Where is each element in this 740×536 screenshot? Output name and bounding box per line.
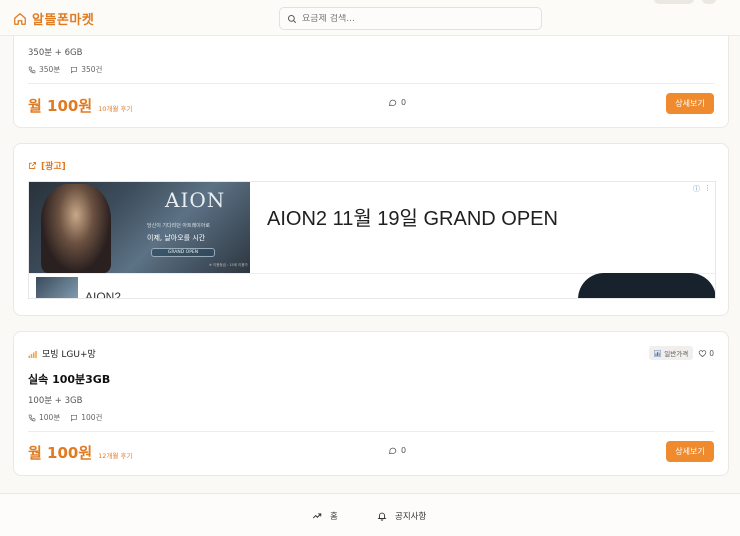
phone-icon <box>28 414 36 421</box>
trending-up-icon <box>312 513 322 519</box>
message-icon <box>71 66 78 73</box>
ad-headline[interactable]: AION2 11월 19일 GRAND OPEN <box>267 202 558 231</box>
carrier: 모빙 LGU+망 <box>28 347 96 360</box>
heart-icon <box>699 349 707 357</box>
info-icon[interactable]: ⓘ <box>693 184 700 194</box>
plan-title[interactable]: 실속 100분3GB <box>28 371 110 387</box>
chart-icon <box>654 349 662 357</box>
sms-info: 100건 <box>70 412 102 423</box>
sms-value: 100건 <box>81 413 103 422</box>
comment-count: 0 <box>388 98 406 107</box>
nav-home[interactable]: 홈 <box>312 510 338 522</box>
logo[interactable]: 알뜰폰마켓 <box>13 9 94 28</box>
ad-character-image <box>41 184 111 273</box>
plan-card[interactable]: 모빙 LGU+망 일반가격 0 실속 100분3GB 100분 + 3GB 10… <box>13 331 729 476</box>
ad-download-button[interactable]: 다운로드하기 <box>578 273 715 298</box>
top-header: 알뜰폰마켓 <box>0 0 740 36</box>
bottom-nav: 홈 공지사항 <box>0 493 740 536</box>
header-action-placeholder[interactable] <box>654 0 694 4</box>
price-value: 월 100원 <box>28 97 93 115</box>
like-button[interactable]: 0 <box>698 349 714 358</box>
nav-notice[interactable]: 공지사항 <box>377 510 426 522</box>
search-input[interactable] <box>302 13 532 24</box>
ad-advertiser[interactable]: AION2 <box>85 290 121 298</box>
voice-info: 350분 <box>28 64 60 75</box>
sms-info: 350건 <box>70 64 102 75</box>
plan-subinfo: 100분 + 3GB <box>28 396 83 406</box>
comment-icon <box>389 447 397 454</box>
header-action-placeholder[interactable] <box>702 0 716 4</box>
external-link-icon <box>29 162 36 169</box>
comment-value: 0 <box>401 446 407 455</box>
price-note: 12개월 후기 <box>98 452 133 460</box>
detail-button[interactable]: 상세보기 <box>666 441 714 462</box>
comment-icon <box>389 99 397 106</box>
price: 월 100원 10개월 후기 <box>28 95 132 116</box>
detail-button[interactable]: 상세보기 <box>666 93 714 114</box>
ad-banner[interactable]: AION 당신이 기다리던 아트레이아로 이제, 날아오를 시간 GRAND O… <box>28 181 716 299</box>
price-value: 월 100원 <box>28 444 93 462</box>
ad-thumbnail[interactable] <box>36 277 78 298</box>
badge-text: 일반가격 <box>664 350 689 358</box>
ad-tagline: 이제, 날아오를 시간 <box>147 234 206 242</box>
logo-text: 알뜰폰마켓 <box>32 13 95 28</box>
carrier-name: 모빙 LGU+망 <box>42 350 96 360</box>
sms-value: 350건 <box>81 65 103 74</box>
divider <box>28 83 714 84</box>
ad-label-text: [광고] <box>41 162 66 172</box>
bell-icon <box>377 512 387 521</box>
header-actions <box>654 0 716 4</box>
voice-info: 100분 <box>28 412 60 423</box>
price-note: 10개월 후기 <box>98 105 133 113</box>
ad-image[interactable]: AION 당신이 기다리던 아트레이아로 이제, 날아오를 시간 GRAND O… <box>29 182 250 273</box>
nav-notice-label: 공지사항 <box>395 512 427 522</box>
like-count: 0 <box>709 348 714 358</box>
message-icon <box>71 414 78 421</box>
ad-label: [광고] <box>28 159 66 172</box>
plan-badges: 일반가격 0 <box>649 346 714 360</box>
more-icon[interactable]: ⋮ <box>704 184 711 194</box>
voice-value: 100분 <box>39 413 61 422</box>
plan-meta: 100분 100건 <box>28 412 102 423</box>
plan-meta: 350분 350건 <box>28 64 102 75</box>
home-icon <box>14 12 26 25</box>
search-box[interactable] <box>279 7 542 30</box>
voice-value: 350분 <box>39 65 61 74</box>
ad-pill: GRAND OPEN <box>151 248 215 257</box>
divider <box>28 431 714 432</box>
ad-card: [광고] AION 당신이 기다리던 아트레이아로 이제, 날아오를 시간 GR… <box>13 143 729 316</box>
ad-choices[interactable]: ⓘ ⋮ <box>693 184 711 194</box>
search-icon <box>287 14 297 23</box>
comment-value: 0 <box>401 98 407 107</box>
comment-count: 0 <box>388 446 406 455</box>
signal-icon <box>28 350 37 358</box>
plan-subinfo: 350분 + 6GB <box>28 48 83 58</box>
ad-rating: ※ 이용등급 : 15세 이용가 <box>209 263 248 267</box>
nav-home-label: 홈 <box>330 512 338 522</box>
phone-icon <box>28 66 36 73</box>
ad-subtitle: 당신이 기다리던 아트레이아로 <box>147 223 210 229</box>
ad-logo: AION <box>165 188 226 212</box>
price: 월 100원 12개월 후기 <box>28 442 132 463</box>
price-type-badge: 일반가격 <box>649 346 694 360</box>
